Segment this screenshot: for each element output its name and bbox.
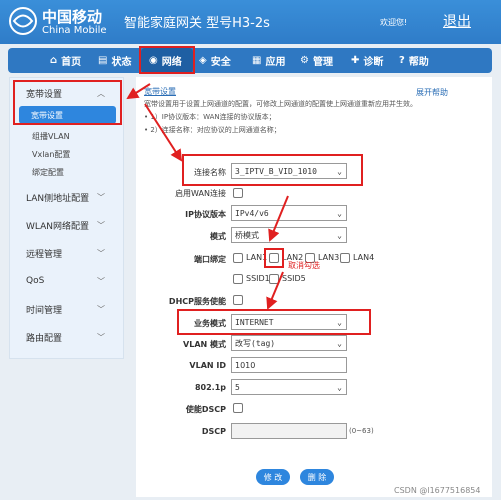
annotation-arrow [126,83,151,100]
annotation-arrow [266,271,284,310]
annotation-arrow [144,103,183,162]
annotation-arrow [268,195,289,242]
watermark: CSDN @l1677516854 [394,486,481,495]
annotation-arrows [126,83,289,310]
